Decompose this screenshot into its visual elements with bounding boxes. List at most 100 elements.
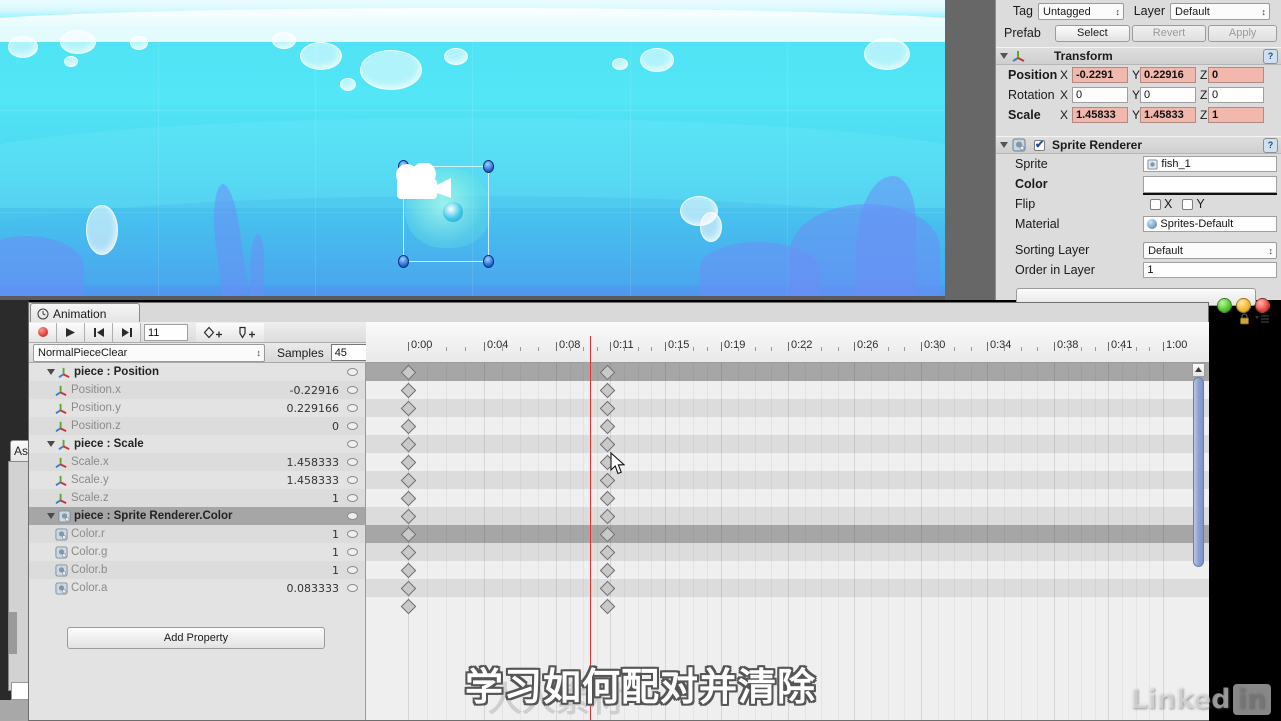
transform-position-row[interactable]: Position X -0.2291 Y 0.22916 Z 0 [996, 65, 1281, 85]
prefab-select-button[interactable]: Select [1055, 24, 1130, 42]
property-value[interactable]: 0.229166 [287, 402, 340, 415]
property-row[interactable]: Scale.x 1.458333 [29, 453, 365, 471]
project-scrollbar[interactable] [9, 612, 17, 654]
panel-menu-icon[interactable] [1255, 314, 1269, 324]
add-keyframe-button[interactable] [196, 322, 230, 342]
clip-dropdown[interactable]: NormalPieceClear [33, 343, 265, 362]
panel-options-row[interactable] [1239, 313, 1269, 325]
order-in-layer-row[interactable]: Order in Layer 1 [996, 260, 1281, 280]
minimize-button[interactable] [1236, 298, 1251, 313]
layer-dropdown[interactable]: Default [1170, 2, 1270, 20]
current-frame-field[interactable]: 11 [144, 323, 188, 341]
record-button[interactable] [29, 322, 57, 342]
timeline-ruler[interactable]: 0:00 0:04 0:08 0:11 0:15 0:19 0:22 0:26 0:30 0:34… [366, 322, 1209, 363]
tag-layer-row[interactable]: Tag Untagged Layer Default [996, 0, 1281, 22]
sorting-layer-row[interactable]: Sorting Layer Default [996, 240, 1281, 260]
keyframe-indicator-icon[interactable] [347, 548, 358, 556]
property-value[interactable]: 1.458333 [287, 456, 340, 469]
chevron-down-icon[interactable] [1000, 53, 1008, 59]
property-row[interactable]: Color.b 1 [29, 561, 365, 579]
material-object-field[interactable]: Sprites-Default [1143, 216, 1277, 232]
next-keyframe-button[interactable] [113, 322, 141, 342]
window-controls[interactable] [1217, 298, 1270, 313]
help-icon[interactable]: ? [1263, 48, 1278, 64]
property-group-row[interactable]: piece : Sprite Renderer.Color [29, 507, 365, 525]
property-row[interactable]: Color.g 1 [29, 543, 365, 561]
color-swatch-field[interactable] [1143, 175, 1277, 193]
keyframe-indicator-icon[interactable] [347, 530, 358, 538]
property-row[interactable]: Position.y 0.229166 [29, 399, 365, 417]
property-row[interactable]: Position.z 0 [29, 417, 365, 435]
prefab-row[interactable]: Prefab Select Revert Apply [996, 22, 1281, 44]
color-row[interactable]: Color [996, 174, 1281, 194]
property-value[interactable]: -0.22916 [290, 384, 339, 397]
prefab-apply-button[interactable]: Apply [1208, 24, 1278, 42]
sorting-layer-dropdown[interactable]: Default [1143, 241, 1277, 259]
property-group-row[interactable]: piece : Scale [29, 435, 365, 453]
scene-game-view[interactable] [0, 0, 995, 300]
close-button[interactable] [1255, 298, 1270, 313]
sprite-row[interactable]: Sprite fish_1 [996, 154, 1281, 174]
scrollbar-thumb[interactable] [1193, 377, 1204, 567]
property-value[interactable]: 0.083333 [287, 582, 340, 595]
property-row[interactable]: Color.a 0.083333 [29, 579, 365, 597]
property-value[interactable]: 1 [332, 546, 339, 559]
flip-x-checkbox[interactable] [1150, 198, 1161, 210]
keyframe-indicator-icon[interactable] [347, 404, 358, 412]
property-value[interactable]: 1 [332, 564, 339, 577]
property-row[interactable]: Color.r 1 [29, 525, 365, 543]
position-z-field[interactable]: 0 [1208, 67, 1264, 83]
selection-handle-tr[interactable] [483, 160, 494, 173]
prefab-revert-button[interactable]: Revert [1131, 24, 1207, 42]
scale-y-field[interactable]: 1.45833 [1140, 107, 1196, 123]
flip-y-checkbox[interactable] [1182, 198, 1194, 210]
lock-icon[interactable] [1239, 313, 1250, 325]
transform-rotation-row[interactable]: Rotation X 0 Y 0 Z 0 [996, 85, 1281, 105]
chevron-down-icon[interactable] [1000, 142, 1008, 148]
property-value[interactable]: 1 [332, 492, 339, 505]
keyframe-indicator-icon[interactable] [347, 494, 358, 502]
position-y-field[interactable]: 0.22916 [1140, 67, 1196, 83]
position-x-field[interactable]: -0.2291 [1072, 67, 1128, 83]
keyframe-indicator-icon[interactable] [347, 386, 358, 394]
property-value[interactable]: 0 [332, 420, 339, 433]
property-group-row[interactable]: piece : Position [29, 363, 365, 381]
property-value[interactable]: 1.458333 [287, 474, 340, 487]
keyframe-indicator-icon[interactable] [347, 458, 358, 466]
transform-scale-row[interactable]: Scale X 1.45833 Y 1.45833 Z 1 [996, 105, 1281, 125]
rotation-y-field[interactable]: 0 [1140, 87, 1196, 103]
sprite-renderer-component-header[interactable]: Sprite Renderer ? [996, 136, 1281, 154]
keyframe-indicator-icon[interactable] [347, 422, 358, 430]
keyframe-indicator-icon[interactable] [347, 368, 358, 376]
keyframe-indicator-icon[interactable] [347, 584, 358, 592]
tag-dropdown[interactable]: Untagged [1038, 2, 1124, 20]
scroll-up-button[interactable] [1192, 363, 1205, 377]
play-button[interactable] [57, 322, 85, 342]
animation-tab[interactable]: Animation [30, 303, 140, 323]
inspector-panel[interactable]: Tag Untagged Layer Default Prefab Select… [995, 0, 1281, 306]
selection-handle-br[interactable] [483, 255, 494, 268]
property-row[interactable]: Scale.y 1.458333 [29, 471, 365, 489]
material-row[interactable]: Material Sprites-Default [996, 214, 1281, 234]
rotation-z-field[interactable]: 0 [1208, 87, 1264, 103]
sprite-renderer-enabled-checkbox[interactable] [1034, 138, 1045, 151]
help-icon[interactable]: ? [1263, 137, 1278, 153]
chevron-down-icon[interactable] [47, 369, 55, 375]
chevron-down-icon[interactable] [47, 441, 55, 447]
playhead-ruler-marker[interactable] [590, 336, 591, 363]
sprite-object-field[interactable]: fish_1 [1143, 156, 1277, 172]
add-property-button[interactable]: Add Property [67, 627, 325, 649]
maximize-button[interactable] [1217, 298, 1232, 313]
keyframe-indicator-icon[interactable] [347, 440, 358, 448]
keyframe-indicator-icon[interactable] [347, 566, 358, 574]
property-row[interactable]: Position.x -0.22916 [29, 381, 365, 399]
scale-z-field[interactable]: 1 [1208, 107, 1264, 123]
add-event-button[interactable] [230, 322, 264, 342]
game-canvas[interactable] [0, 0, 945, 296]
property-value[interactable]: 1 [332, 528, 339, 541]
previous-keyframe-button[interactable] [85, 322, 113, 342]
chevron-down-icon[interactable] [47, 513, 55, 519]
keyframe-indicator-icon[interactable] [347, 476, 358, 484]
scale-x-field[interactable]: 1.45833 [1072, 107, 1128, 123]
rotation-x-field[interactable]: 0 [1072, 87, 1128, 103]
